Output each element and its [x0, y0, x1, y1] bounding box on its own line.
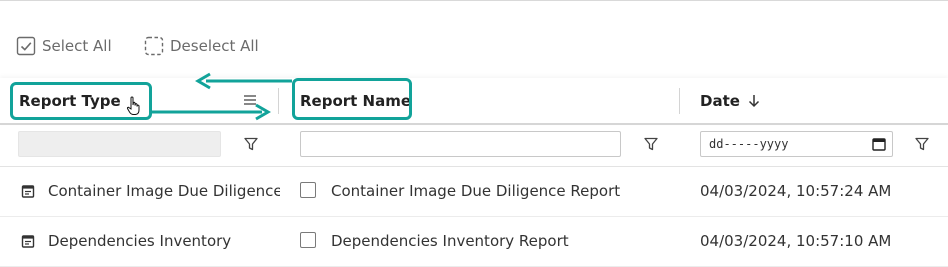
filter-funnel-icon[interactable] [643, 136, 659, 152]
hand-cursor-icon [126, 96, 140, 115]
column-header-date[interactable]: Date [700, 78, 760, 123]
sort-arrow-down-icon[interactable] [748, 94, 760, 108]
column-header-report-name[interactable]: Report Name [300, 78, 411, 123]
document-icon [21, 235, 35, 248]
checkbox-dashed-icon [144, 36, 164, 56]
calendar-icon[interactable] [872, 137, 886, 151]
column-header-report-type-label: Report Type [19, 91, 121, 110]
report-type-cell: Container Image Due Diligence [48, 182, 280, 200]
column-header-report-name-label: Report Name [300, 91, 412, 110]
column-separator[interactable] [679, 88, 680, 114]
column-header-report-type[interactable]: Report Type [19, 78, 121, 123]
date-cell: 04/03/2024, 10:57:24 AM [700, 182, 892, 200]
select-all-button[interactable]: Select All [16, 36, 112, 56]
row-checkbox[interactable] [300, 232, 316, 248]
deselect-all-label: Deselect All [170, 37, 259, 55]
checkbox-checked-icon [16, 36, 36, 56]
table-row[interactable]: Dependencies Inventory Dependencies Inve… [0, 216, 948, 267]
date-filter-input[interactable]: dd-----yyyy [700, 131, 893, 157]
menu-lines-icon[interactable] [243, 94, 257, 106]
row-checkbox[interactable] [300, 182, 316, 198]
filter-row: dd-----yyyy [0, 123, 948, 167]
filter-funnel-icon[interactable] [914, 136, 930, 152]
select-all-label: Select All [42, 37, 112, 55]
table-header-row: Report Type Report Name Date [0, 78, 948, 125]
date-cell: 04/03/2024, 10:57:10 AM [700, 232, 892, 250]
report-name-cell: Container Image Due Diligence Report [331, 182, 621, 200]
column-header-date-label: Date [700, 91, 740, 110]
document-icon [21, 185, 35, 198]
deselect-all-button[interactable]: Deselect All [144, 36, 259, 56]
filter-funnel-icon[interactable] [243, 136, 259, 152]
top-divider [0, 0, 948, 1]
report-name-filter-input[interactable] [300, 131, 621, 157]
report-type-filter-input[interactable] [18, 131, 221, 157]
date-filter-placeholder: dd-----yyyy [709, 137, 789, 151]
table-row[interactable]: Container Image Due Diligence Container … [0, 166, 948, 217]
report-name-cell: Dependencies Inventory Report [331, 232, 569, 250]
column-separator[interactable] [278, 88, 279, 114]
report-type-cell: Dependencies Inventory [48, 232, 232, 250]
